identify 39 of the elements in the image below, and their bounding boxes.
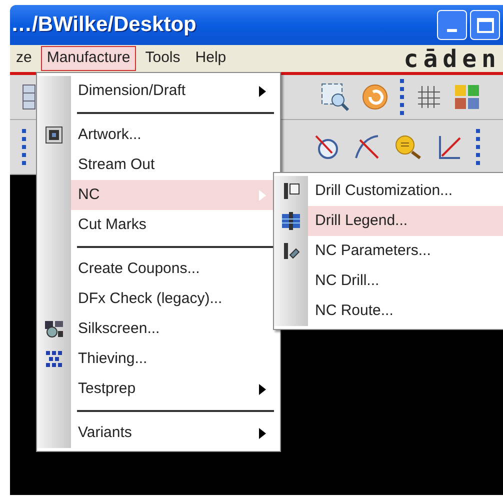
undo-icon[interactable] — [362, 84, 388, 110]
menu-item[interactable]: NC Route... — [308, 296, 503, 326]
menu-item[interactable]: Silkscreen... — [71, 314, 276, 344]
chip-icon — [44, 125, 64, 145]
menu-item[interactable]: Drill Customization... — [308, 176, 503, 206]
menu-item[interactable]: DFx Check (legacy)... — [71, 284, 276, 314]
menu-bar-item[interactable]: ze — [10, 46, 38, 71]
bar-panel-icon — [281, 181, 301, 201]
color-squares-icon[interactable] — [454, 84, 480, 110]
menu-item[interactable]: Variants — [71, 418, 276, 448]
menu-item[interactable]: Dimension/Draft — [71, 76, 276, 106]
menu-item[interactable]: NC Drill... — [308, 266, 503, 296]
menu-bar-item[interactable]: Manufacture — [40, 46, 136, 71]
dot-grid-icon — [44, 349, 64, 369]
menu-item[interactable]: Testprep — [71, 374, 276, 404]
grip-icon — [22, 129, 26, 165]
menu-bar-item[interactable]: Help — [189, 46, 232, 71]
corner-line-icon[interactable] — [436, 134, 462, 160]
menu-bar-item[interactable]: Tools — [139, 46, 186, 71]
menu-item[interactable]: Create Coupons... — [71, 254, 276, 284]
menu-item[interactable]: Thieving... — [71, 344, 276, 374]
table-icon[interactable] — [22, 84, 36, 110]
menu-item[interactable]: Artwork... — [71, 120, 276, 150]
zoom-icon[interactable] — [320, 82, 350, 112]
cross-lines-icon[interactable] — [354, 134, 380, 160]
grip-icon — [400, 79, 404, 115]
magnifier-icon[interactable] — [394, 134, 422, 160]
menu-item[interactable]: Cut Marks — [71, 210, 276, 240]
minimize-button[interactable] — [437, 10, 467, 40]
grid-panel-icon — [281, 211, 301, 231]
brand-logo: cāden — [404, 44, 502, 74]
components-icon — [44, 319, 64, 339]
menu-item[interactable]: Stream Out — [71, 150, 276, 180]
window-title: …/BWilke/Desktop — [10, 12, 196, 38]
menu-item[interactable]: NC — [71, 180, 276, 210]
maximize-button[interactable] — [470, 10, 500, 40]
grip-icon — [476, 129, 480, 165]
menu-item[interactable]: NC Parameters... — [308, 236, 503, 266]
grid-icon[interactable] — [416, 84, 442, 110]
